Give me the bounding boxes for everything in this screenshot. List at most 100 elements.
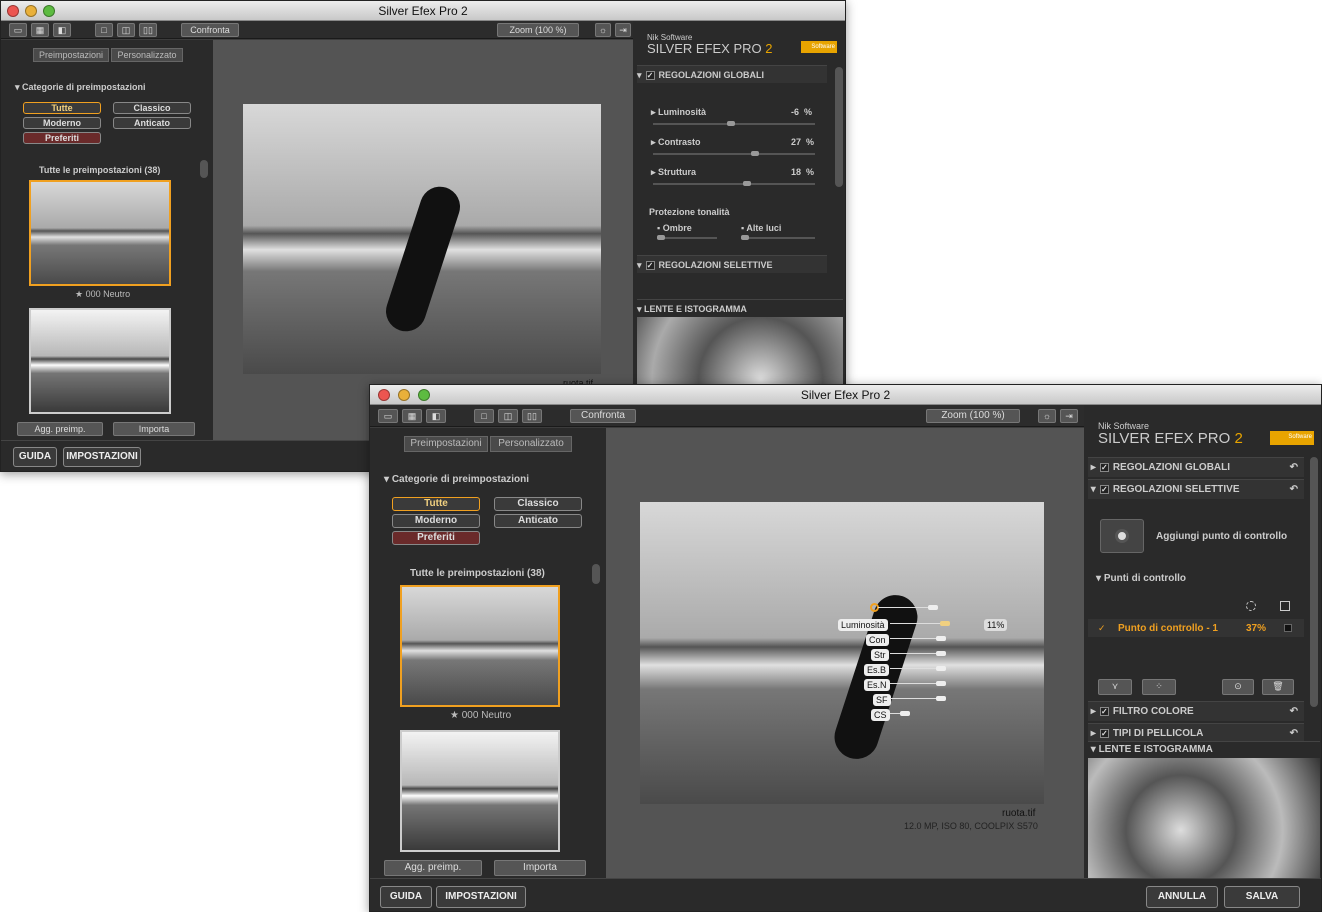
zoom-icon[interactable]	[43, 5, 55, 17]
confronta-button-2[interactable]: Confronta	[570, 409, 636, 423]
presets-scrollbar[interactable]	[200, 160, 208, 178]
exit-icon-2[interactable]: ⇥	[1060, 409, 1078, 423]
impostazioni-button[interactable]: IMPOSTAZIONI	[63, 447, 141, 467]
cp-esn-label[interactable]: Es.N	[864, 679, 890, 691]
add-preset-button[interactable]: Agg. preimp.	[17, 422, 103, 436]
cp-knob-con[interactable]	[936, 636, 946, 641]
minimize-icon[interactable]	[25, 5, 37, 17]
cp-esb-label[interactable]: Es.B	[864, 664, 890, 676]
layout-full-icon[interactable]: □	[95, 23, 113, 37]
salva-button[interactable]: SALVA	[1224, 886, 1300, 908]
cat-classico[interactable]: Classico	[113, 102, 191, 114]
layout-side-icon[interactable]: ▯▯	[139, 23, 157, 37]
cp-delete-button[interactable]: 🗑	[1262, 679, 1294, 695]
cp-knob-cs[interactable]	[900, 711, 910, 716]
cp-knob-esn[interactable]	[936, 681, 946, 686]
cat-preferiti[interactable]: Preferiti	[23, 132, 101, 144]
confronta-button[interactable]: Confronta	[181, 23, 239, 37]
preview-photo[interactable]	[243, 104, 601, 374]
cp-row[interactable]: ✓ Punto di controllo - 1 37%	[1088, 619, 1304, 637]
layout-side-icon-2[interactable]: ▯▯	[522, 409, 542, 423]
exit-icon[interactable]: ⇥	[615, 23, 631, 37]
cat-moderno[interactable]: Moderno	[23, 117, 101, 129]
minimize-icon-2[interactable]	[398, 389, 410, 401]
cp-knob-top[interactable]	[928, 605, 938, 610]
global-reset-icon[interactable]: ↶	[1290, 458, 1298, 478]
layout-split-icon-2[interactable]: ◫	[498, 409, 518, 423]
cp-group-button[interactable]: ⋎	[1098, 679, 1132, 695]
light-icon-2[interactable]: ☼	[1038, 409, 1056, 423]
cat-tutte-2[interactable]: Tutte	[392, 497, 480, 511]
impostazioni-button-2[interactable]: IMPOSTAZIONI	[436, 886, 526, 908]
guida-button-2[interactable]: GUIDA	[380, 886, 432, 908]
selective-reset-icon[interactable]: ↶	[1290, 480, 1298, 500]
preview-photo-2[interactable]: Luminosità 11% Con Str Es.B Es.N SF CS	[640, 502, 1044, 804]
preset-thumb-2[interactable]	[29, 308, 171, 414]
global-section[interactable]: ▾ ✓ REGOLAZIONI GLOBALI	[637, 65, 827, 83]
annulla-button[interactable]: ANNULLA	[1146, 886, 1218, 908]
tab-preimpostazioni[interactable]: Preimpostazioni	[33, 48, 109, 62]
add-cp-button[interactable]	[1100, 519, 1144, 553]
cat-moderno-2[interactable]: Moderno	[392, 514, 480, 528]
import-button-2[interactable]: Importa	[494, 860, 586, 876]
close-icon-2[interactable]	[378, 389, 390, 401]
cp-sf-label[interactable]: SF	[873, 694, 891, 706]
guida-button[interactable]: GUIDA	[13, 447, 57, 467]
cp-str-label[interactable]: Str	[871, 649, 889, 661]
ombre-slider[interactable]	[657, 235, 717, 240]
tab-preimpostazioni-2[interactable]: Preimpostazioni	[404, 436, 488, 452]
alte-luci-knob[interactable]	[741, 235, 749, 240]
cat-tutte[interactable]: Tutte	[23, 102, 101, 114]
cp-ungroup-button[interactable]: ⁘	[1142, 679, 1176, 695]
zoom-button[interactable]: Zoom (100 %)	[497, 23, 579, 37]
cat-preferiti-2[interactable]: Preferiti	[392, 531, 480, 545]
str-knob[interactable]	[743, 181, 751, 186]
view-single-icon-2[interactable]: ▭	[378, 409, 398, 423]
selective-section[interactable]: ▾ ✓ REGOLAZIONI SELETTIVE	[637, 255, 827, 273]
cp-knob-esb[interactable]	[936, 666, 946, 671]
panel-scrollbar[interactable]	[835, 67, 843, 187]
preset-thumb-2b[interactable]	[400, 730, 560, 852]
selective-section-2[interactable]: ▾ ✓ REGOLAZIONI SELETTIVE ↶	[1088, 479, 1304, 499]
selective-check-icon-2[interactable]: ✓	[1099, 484, 1109, 494]
cp-row-color-icon[interactable]	[1284, 624, 1292, 632]
pellicola-section[interactable]: ▸ ✓ TIPI DI PELLICOLA ↶	[1088, 723, 1304, 743]
lente-section-2[interactable]: ▾ LENTE E ISTOGRAMMA	[1088, 741, 1320, 757]
layout-full-icon-2[interactable]: □	[474, 409, 494, 423]
cp-show-icon[interactable]	[1246, 601, 1256, 611]
lum-slider[interactable]	[653, 121, 815, 126]
layout-split-icon[interactable]: ◫	[117, 23, 135, 37]
con-knob[interactable]	[751, 151, 759, 156]
str-slider[interactable]	[653, 181, 815, 186]
zoom-icon-2[interactable]	[418, 389, 430, 401]
cp-cs-label[interactable]: CS	[871, 709, 890, 721]
tab-personalizzato[interactable]: Personalizzato	[111, 48, 183, 62]
view-single-icon[interactable]: ▭	[9, 23, 27, 37]
alte-luci-slider[interactable]	[741, 235, 815, 240]
view-grid-icon[interactable]: ▦	[31, 23, 49, 37]
filtro-check-icon[interactable]: ✓	[1099, 706, 1109, 716]
filtro-reset-icon[interactable]: ↶	[1290, 702, 1298, 722]
cp-knob-lum[interactable]	[940, 621, 950, 626]
view-history-icon-2[interactable]: ◧	[426, 409, 446, 423]
tab-personalizzato-2[interactable]: Personalizzato	[490, 436, 572, 452]
global-check-icon[interactable]: ✓	[645, 71, 655, 81]
global-section-2[interactable]: ▸ ✓ REGOLAZIONI GLOBALI ↶	[1088, 457, 1304, 477]
pellicola-check-icon[interactable]: ✓	[1099, 728, 1109, 738]
cat-anticato[interactable]: Anticato	[113, 117, 191, 129]
zoom-button-2[interactable]: Zoom (100 %)	[926, 409, 1020, 423]
cat-classico-2[interactable]: Classico	[494, 497, 582, 511]
cp-mask-icon[interactable]	[1280, 601, 1290, 611]
lente-section[interactable]: ▾ LENTE E ISTOGRAMMA	[637, 299, 843, 317]
view-grid-icon-2[interactable]: ▦	[402, 409, 422, 423]
close-icon[interactable]	[7, 5, 19, 17]
ombre-knob[interactable]	[657, 235, 665, 240]
cp-knob-sf[interactable]	[936, 696, 946, 701]
preset-thumb-2a[interactable]	[400, 585, 560, 707]
view-history-icon[interactable]: ◧	[53, 23, 71, 37]
cp-knob-str[interactable]	[936, 651, 946, 656]
cat-anticato-2[interactable]: Anticato	[494, 514, 582, 528]
import-button[interactable]: Importa	[113, 422, 195, 436]
cp-con-label[interactable]: Con	[866, 634, 889, 646]
light-icon[interactable]: ☼	[595, 23, 611, 37]
